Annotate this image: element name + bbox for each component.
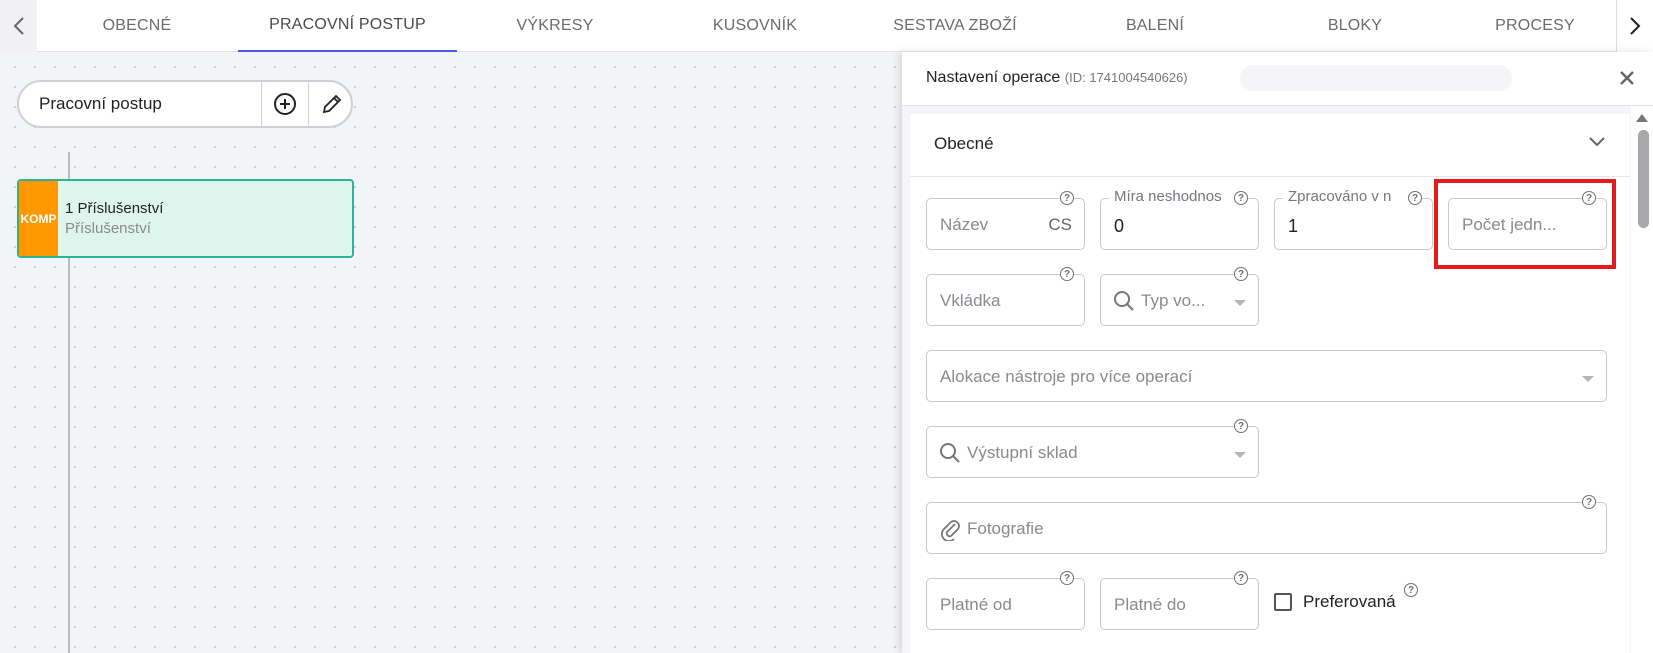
typ-label: Typ vo...	[1141, 291, 1206, 310]
mira-neshodnosti-caption: Míra neshodnos	[1109, 188, 1247, 205]
chevron-right-icon	[1630, 17, 1641, 35]
dropdown-caret-icon	[1234, 300, 1246, 306]
tab-bar: OBECNÉ PRACOVNÍ POSTUP VÝKRESY KUSOVNÍK …	[0, 0, 1653, 52]
scroll-tabs-right-button[interactable]	[1616, 0, 1653, 52]
platne-od-label: Platné od	[940, 595, 1012, 614]
add-operation-button[interactable]	[262, 82, 308, 126]
alokace-nastroje-select[interactable]: Alokace nástroje pro více operací	[926, 350, 1607, 402]
tab-kusovnik[interactable]: KUSOVNÍK	[655, 0, 855, 52]
help-icon[interactable]: ?	[1234, 571, 1248, 585]
help-icon[interactable]: ?	[1060, 571, 1074, 585]
fotografie-label: Fotografie	[967, 519, 1044, 538]
platne-do-field[interactable]: Platné do ?	[1100, 571, 1259, 630]
preferovana-checkbox[interactable]	[1274, 593, 1292, 611]
chevron-down-icon	[1589, 137, 1605, 147]
close-panel-button[interactable]	[1615, 66, 1639, 90]
tab-sestava-zbozi[interactable]: SESTAVA ZBOŽÍ	[855, 0, 1055, 52]
pencil-icon	[322, 94, 342, 114]
highlight-box	[1434, 179, 1616, 269]
fotografie-upload[interactable]: Fotografie ?	[926, 495, 1607, 554]
scroll-up-arrow-icon[interactable]	[1636, 114, 1648, 122]
tab-pracovni-postup[interactable]: PRACOVNÍ POSTUP	[238, 0, 457, 52]
help-icon[interactable]: ?	[1234, 267, 1248, 281]
vkladka-field[interactable]: Vkládka ?	[926, 267, 1085, 326]
platne-od-field[interactable]: Platné od ?	[926, 571, 1085, 630]
vystupni-sklad-select[interactable]: Výstupní sklad ?	[926, 419, 1259, 478]
panel-header: Nastavení operace (ID: 1741004540626)	[902, 52, 1653, 106]
tab-procesy[interactable]: PROCESY	[1455, 0, 1615, 52]
section-title: Obecné	[934, 134, 994, 153]
workflow-canvas[interactable]: Pracovní postup KOMP 1 Příslušenství Pří…	[0, 52, 902, 653]
chevron-left-icon	[13, 17, 24, 35]
help-icon[interactable]: ?	[1060, 191, 1074, 205]
nazev-label: Název	[940, 215, 989, 234]
typ-select[interactable]: Typ vo... ?	[1100, 267, 1259, 326]
workflow-toolbar: Pracovní postup	[17, 80, 353, 128]
alokace-label: Alokace nástroje pro více operací	[940, 367, 1193, 386]
node-title: 1 Příslušenství	[65, 200, 164, 217]
help-icon[interactable]: ?	[1234, 191, 1248, 205]
search-icon	[1114, 291, 1134, 311]
tab-baleni[interactable]: BALENÍ	[1055, 0, 1255, 52]
operation-node[interactable]: KOMP 1 Příslušenství Příslušenství	[17, 179, 354, 258]
help-icon[interactable]: ?	[1234, 419, 1248, 433]
panel-scrollbar[interactable]	[1631, 106, 1653, 653]
operation-settings-panel: Nastavení operace (ID: 1741004540626) Ob…	[902, 52, 1653, 653]
dropdown-caret-icon	[1234, 452, 1246, 458]
nazev-field[interactable]: Název CS ?	[926, 191, 1085, 250]
mira-neshodnosti-value: 0	[1114, 216, 1125, 236]
zpracovano-field[interactable]: Zpracováno v n 1 ?	[1274, 188, 1433, 250]
node-type-badge: KOMP	[19, 181, 58, 256]
tab-obecne[interactable]: OBECNÉ	[37, 0, 237, 52]
mira-neshodnosti-field[interactable]: Míra neshodnos 0 ?	[1100, 188, 1259, 250]
help-icon[interactable]: ?	[1404, 583, 1418, 597]
tab-vykresy[interactable]: VÝKRESY	[455, 0, 655, 52]
help-icon[interactable]: ?	[1408, 191, 1422, 205]
close-icon	[1620, 71, 1634, 85]
edit-workflow-button[interactable]	[309, 82, 355, 126]
dropdown-caret-icon	[1582, 376, 1594, 382]
vystupni-sklad-label: Výstupní sklad	[967, 443, 1078, 462]
platne-do-label: Platné do	[1114, 595, 1186, 614]
workflow-title: Pracovní postup	[39, 94, 162, 113]
search-icon	[940, 443, 960, 463]
preferovana-label: Preferovaná	[1303, 592, 1396, 611]
help-icon[interactable]: ?	[1060, 267, 1074, 281]
zpracovano-value: 1	[1288, 216, 1299, 236]
tab-bloky[interactable]: BLOKY	[1255, 0, 1455, 52]
scroll-thumb[interactable]	[1638, 130, 1649, 228]
panel-title: Nastavení operace (ID: 1741004540626)	[926, 69, 1188, 87]
node-subtitle: Příslušenství	[65, 220, 151, 237]
language-code: CS	[1048, 215, 1072, 234]
paperclip-icon	[941, 520, 960, 541]
operation-id: (ID: 1741004540626)	[1064, 70, 1188, 85]
help-icon[interactable]: ?	[1582, 495, 1596, 509]
redacted-area	[1240, 65, 1512, 91]
panel-title-text: Nastavení operace	[926, 69, 1061, 86]
section-header-obecne[interactable]: Obecné	[910, 114, 1630, 177]
vkladka-label: Vkládka	[940, 291, 1001, 310]
scroll-tabs-left-button[interactable]	[0, 0, 37, 52]
plus-circle-icon	[274, 93, 296, 115]
zpracovano-caption: Zpracováno v n	[1283, 188, 1419, 205]
